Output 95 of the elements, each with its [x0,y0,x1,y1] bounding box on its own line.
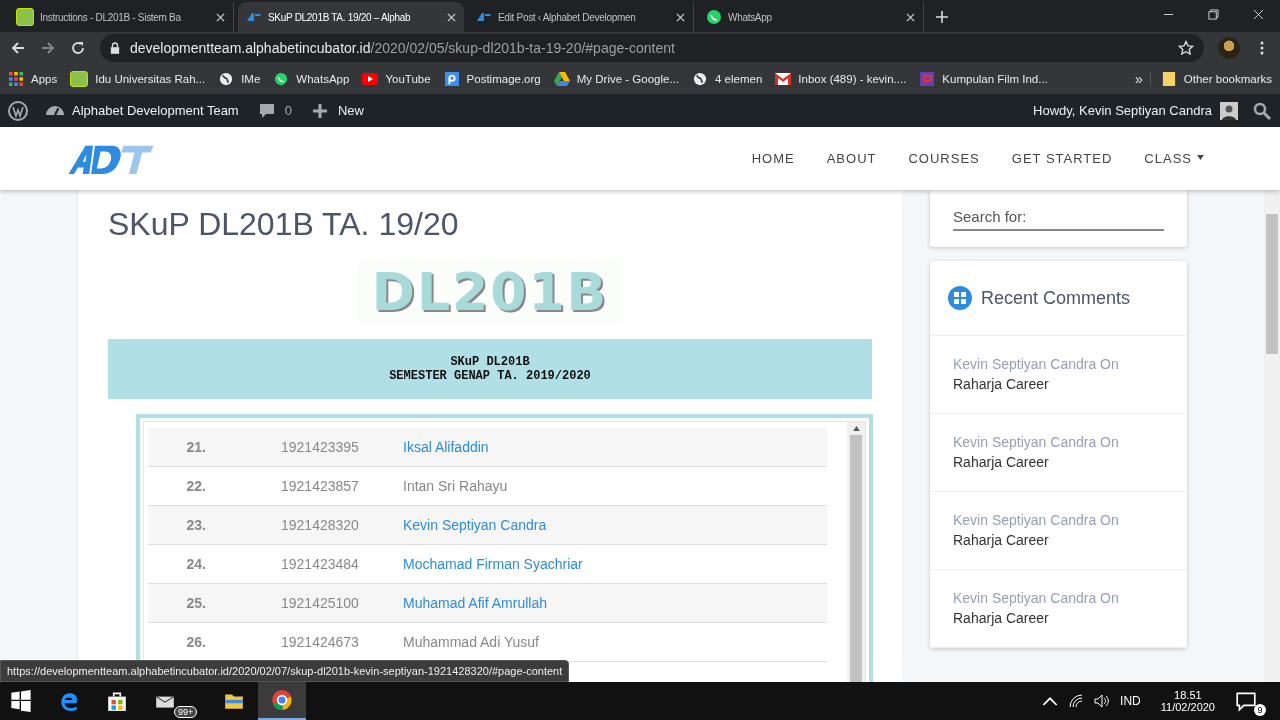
id-cell-text: 1921423857 [281,478,360,494]
school-logo-icon [70,70,89,87]
site-name-link[interactable]: Alphabet Development Team [46,103,239,118]
close-icon[interactable] [447,12,456,22]
number-cell-text: 26. [185,634,206,650]
close-icon[interactable] [216,12,225,22]
address-bar[interactable]: developmentteam.alphabetincubator.id/2020/02/05/skup-dl201b-ta-19-20/#page-content [100,33,1204,62]
bookmark[interactable]: Apps [8,71,58,86]
globe-icon [692,71,708,86]
id-cell-text: 1921423395 [281,439,360,455]
user-avatar [1220,101,1238,120]
clock-date[interactable]: 11/02/2020 [1160,701,1215,713]
bookmark[interactable]: Inbox (489) - kevin.... [775,71,907,86]
restore-icon[interactable] [1208,9,1219,20]
p-logo-icon [443,71,460,86]
comment-post-link[interactable]: Raharja Career [953,610,1164,626]
number-cell-text: 21. [185,439,206,455]
chat-bubble-icon [706,9,722,25]
wifi-icon[interactable] [1068,693,1085,709]
store-bag-icon[interactable] [106,690,128,712]
globe-icon [218,71,235,86]
back-icon[interactable] [10,39,26,56]
clock-time[interactable]: 18.51 [1174,689,1202,701]
widget-icon [948,286,972,310]
bookmark[interactable]: WhatsApp [273,71,350,86]
bookmark[interactable]: YouTube [362,71,431,86]
nav-link[interactable]: CLASS [1144,151,1204,166]
p-logo-icon [919,71,936,86]
bookmark[interactable]: Idu Universitas Rah... [70,70,206,87]
name-cell: Intan Sri Rahayu [403,478,508,494]
comments-link[interactable]: 0 [256,100,292,121]
banner-heading: DL201B [357,261,623,323]
comment-post-link[interactable]: Raharja Career [953,532,1164,548]
count-badge: 99+ [174,706,198,718]
browser-edge-icon[interactable] [58,690,80,712]
id-cell-text: 1921424673 [281,634,360,650]
comment-post-link[interactable]: Raharja Career [953,454,1164,470]
scrollbar[interactable] [847,422,865,682]
account-link[interactable]: Howdy, Kevin Septiyan Candra [1033,101,1238,120]
number-cell-text: 24. [185,556,206,572]
reload-icon[interactable] [70,39,86,56]
comment-post-link[interactable]: Raharja Career [953,376,1164,392]
bookmark[interactable]: My Drive - Google... [553,71,679,86]
number-cell-text: 22. [185,478,206,494]
page-scrollbar[interactable] [1264,190,1280,682]
nav-link[interactable]: ABOUT [826,151,877,166]
more-bookmarks-button[interactable]: » [1135,70,1143,87]
nav-link[interactable]: GET STARTED [1011,151,1113,166]
volume-icon[interactable] [1094,693,1111,709]
name-link[interactable]: Mochamad Firman Syachriar [403,556,583,572]
id-cell-text: 1921428320 [281,517,360,533]
star-icon[interactable] [1178,39,1194,56]
scroll-up-icon[interactable] [852,426,860,431]
close-icon[interactable] [1253,9,1264,20]
notification-count: 9 [1254,704,1266,716]
bookmark[interactable]: Postimage.org [443,71,541,86]
windows-start-icon[interactable] [10,690,32,712]
header-box: SKuP DL201B SEMESTER GENAP TA. 2019/2020 [108,339,872,399]
close-icon[interactable] [676,12,685,22]
close-icon[interactable] [906,12,915,22]
triangle-logo-icon [553,71,570,86]
dashboard-icon [46,106,64,115]
wordpress-logo-icon[interactable] [8,100,28,121]
search-icon[interactable] [1252,100,1272,121]
number-cell-text: 23. [185,517,206,533]
school-logo-icon [16,8,34,26]
language-indicator[interactable]: IND [1120,694,1141,708]
status-url: https://developmentteam.alphabetincubator.id/2020/02/07/skup-dl201b-kevin-septiyan-1921428320/#page-content [0,660,570,682]
folder-icon [1160,71,1177,86]
chat-bubble-icon [273,71,290,86]
chrome-icon[interactable] [271,689,294,711]
bookmark-folder[interactable]: Other bookmarks [1149,71,1272,86]
widget-title: Recent Comments [981,287,1131,309]
id-cell-text: 1921423484 [281,556,360,572]
profile-avatar[interactable] [1218,36,1240,59]
browser-tab[interactable]: SKuP DL201B TA. 19/20 – Alphab [238,2,464,32]
name-cell: Muhammad Adi Yusuf [403,634,539,650]
bookmark[interactable]: IMe [218,71,261,86]
number-cell-text: 25. [185,595,206,611]
bookmark[interactable]: 4 elemen [692,71,763,86]
search-widget[interactable]: Search for: [930,190,1187,247]
new-tab-icon[interactable] [936,11,948,23]
mail-icon [775,71,792,86]
caret-icon[interactable] [1197,155,1204,160]
notifications-icon[interactable] [1235,690,1257,712]
nav-link[interactable]: COURSES [908,151,980,166]
new-link[interactable]: New [309,100,364,121]
play-icon [362,71,379,86]
forward-icon[interactable] [40,39,56,56]
apps-grid-icon [8,71,24,86]
post-title: SKuP DL201B TA. 19/20 [108,206,460,243]
lock-icon [110,41,120,54]
id-cell-text: 1921425100 [281,595,360,611]
nav-link[interactable]: HOME [751,151,795,166]
bookmark[interactable]: Kumpulan Film Ind... [919,71,1048,86]
